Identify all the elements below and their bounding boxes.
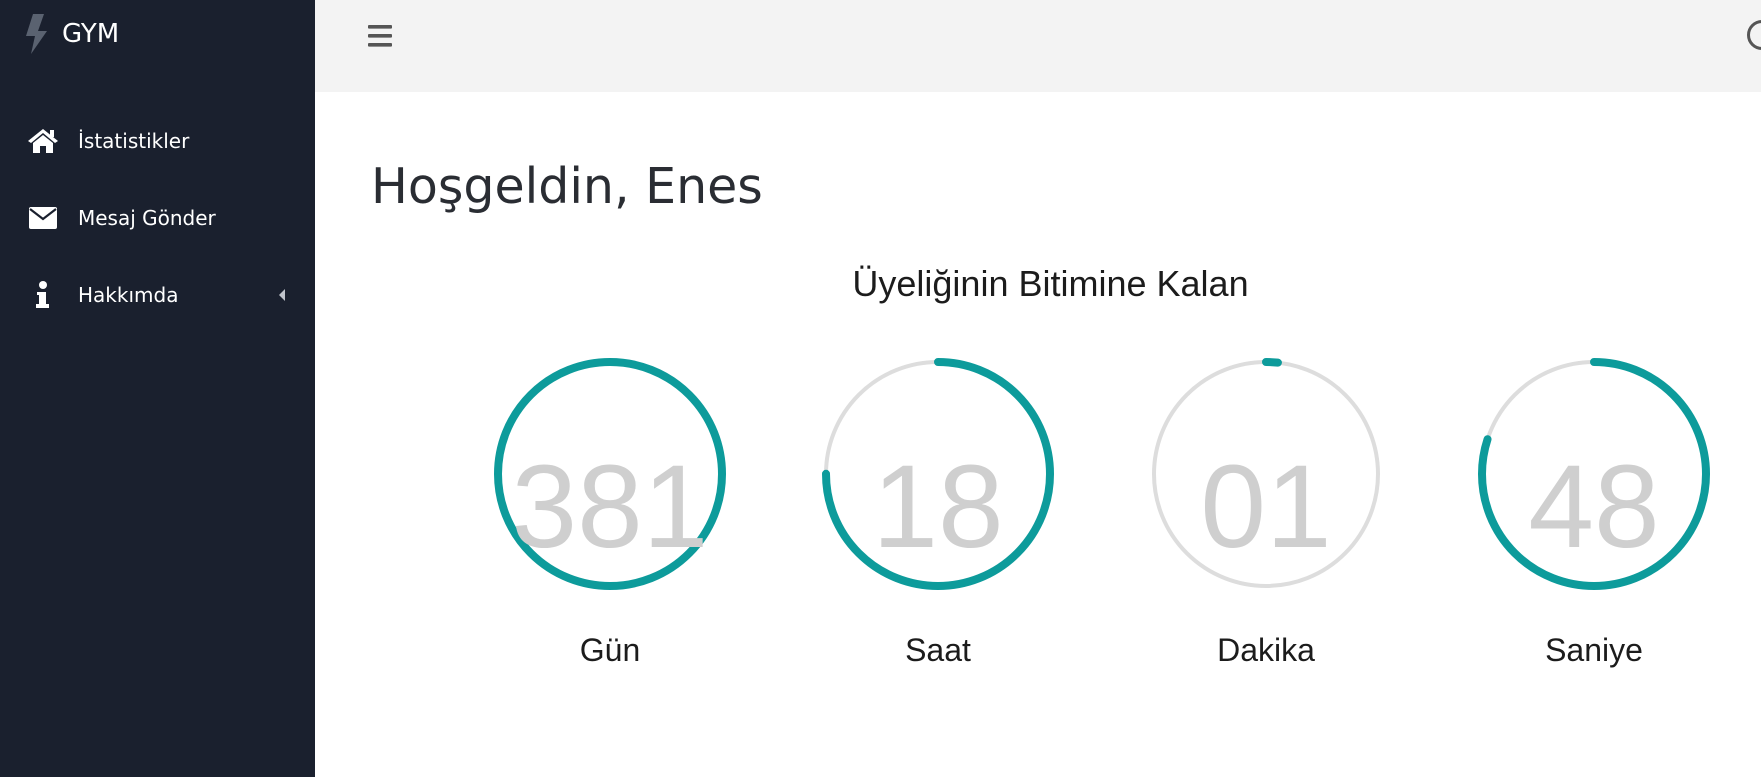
- sidebar-nav: İstatistikler Mesaj Gönder Hakkımda: [0, 102, 315, 333]
- envelope-icon: [28, 203, 58, 233]
- timer-hours: 18 Saat: [818, 354, 1058, 684]
- timer-value: 18: [872, 440, 1004, 573]
- home-icon: [28, 126, 58, 156]
- brand-name: GYM: [62, 19, 120, 49]
- timer-value: 48: [1528, 440, 1660, 573]
- hamburger-menu-icon[interactable]: [366, 22, 394, 50]
- user-icon[interactable]: [1747, 20, 1761, 50]
- sidebar-item-mesaj-gonder[interactable]: Mesaj Gönder: [0, 179, 315, 256]
- timer-label: Gün: [579, 632, 641, 668]
- countdown-title: Üyeliğinin Bitimine Kalan: [852, 263, 1249, 304]
- timer-seconds: 48 Saniye: [1474, 354, 1714, 684]
- sidebar-item-label: Mesaj Gönder: [78, 205, 216, 230]
- timer-value: 01: [1200, 440, 1332, 573]
- brand[interactable]: GYM: [22, 14, 119, 54]
- sidebar-item-hakkimda[interactable]: Hakkımda: [0, 256, 315, 333]
- timer-value: 381: [511, 440, 709, 573]
- timer-minutes: 01 Dakika: [1146, 354, 1386, 684]
- sidebar-item-label: İstatistikler: [78, 128, 190, 153]
- timer-label: Saat: [905, 632, 971, 668]
- sidebar-item-istatistikler[interactable]: İstatistikler: [0, 102, 315, 179]
- timer-label: Dakika: [1217, 632, 1315, 668]
- caret-left-icon: [279, 288, 285, 301]
- lightning-bolt-icon: [26, 14, 47, 54]
- timer-label: Saniye: [1545, 632, 1643, 668]
- info-icon: [28, 280, 58, 310]
- sidebar: GYM İstatistikler Mesaj Gönder Hakkımda: [0, 0, 315, 777]
- timer-days: 381 Gün: [490, 354, 730, 684]
- welcome-heading: Hoşgeldin, Enes: [371, 158, 763, 215]
- sidebar-item-label: Hakkımda: [78, 282, 179, 307]
- topbar: [315, 0, 1761, 92]
- main-content: Hoşgeldin, Enes Üyeliğinin Bitimine Kala…: [315, 92, 1761, 777]
